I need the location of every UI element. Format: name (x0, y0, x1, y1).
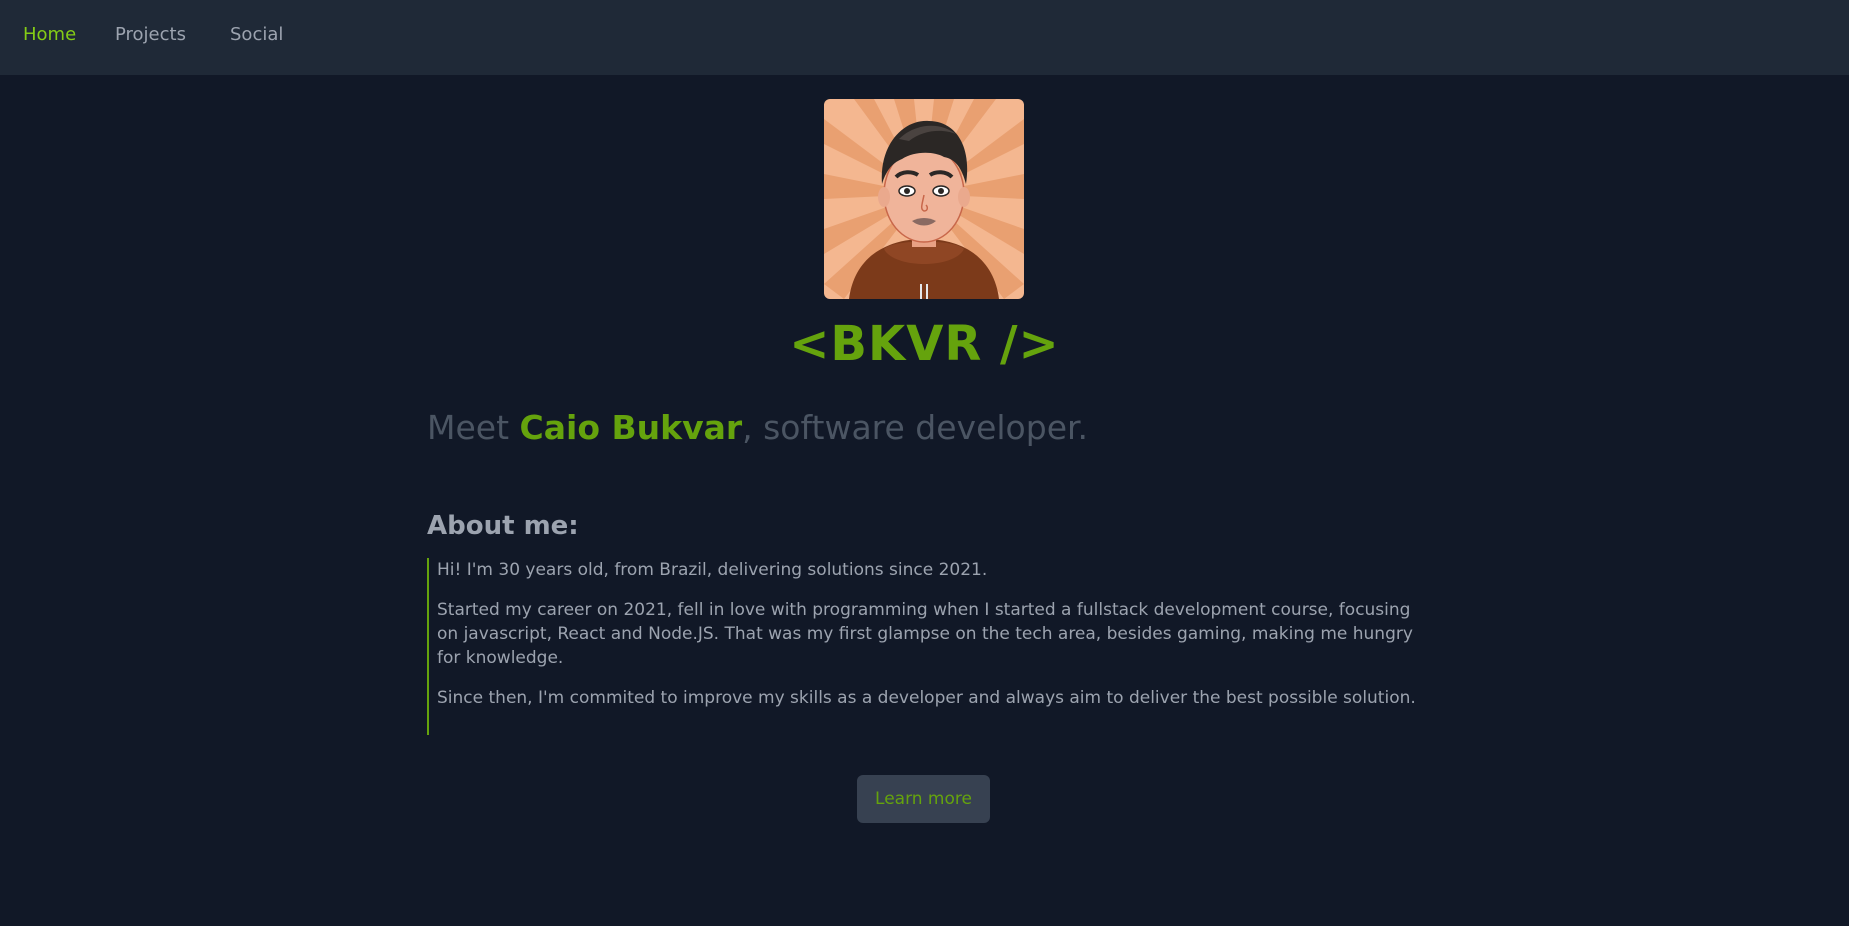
about-section: Hi! I'm 30 years old, from Brazil, deliv… (427, 558, 1427, 735)
site-logo: <BKVR /> (789, 316, 1060, 372)
nav-social-link[interactable]: Social (230, 24, 283, 45)
nav-home-link[interactable]: Home (23, 24, 76, 45)
avatar (824, 99, 1024, 299)
headline-prefix: Meet (427, 408, 520, 447)
about-paragraph-1: Hi! I'm 30 years old, from Brazil, deliv… (437, 560, 988, 580)
headline-suffix: , software developer. (742, 408, 1089, 447)
nav-projects-link[interactable]: Projects (115, 24, 186, 45)
about-title: About me: (427, 511, 579, 541)
learn-more-button[interactable]: Learn more (857, 775, 990, 823)
headline: Meet Caio Bukvar, software developer. (427, 408, 1088, 447)
about-paragraph-3: Since then, I'm commited to improve my s… (437, 688, 1416, 708)
about-paragraph-2: Started my career on 2021, fell in love … (437, 600, 1413, 668)
top-nav: Home Projects Social (0, 0, 1849, 75)
headline-name: Caio Bukvar (519, 408, 743, 447)
cartoon-avatar-icon (824, 99, 1024, 299)
